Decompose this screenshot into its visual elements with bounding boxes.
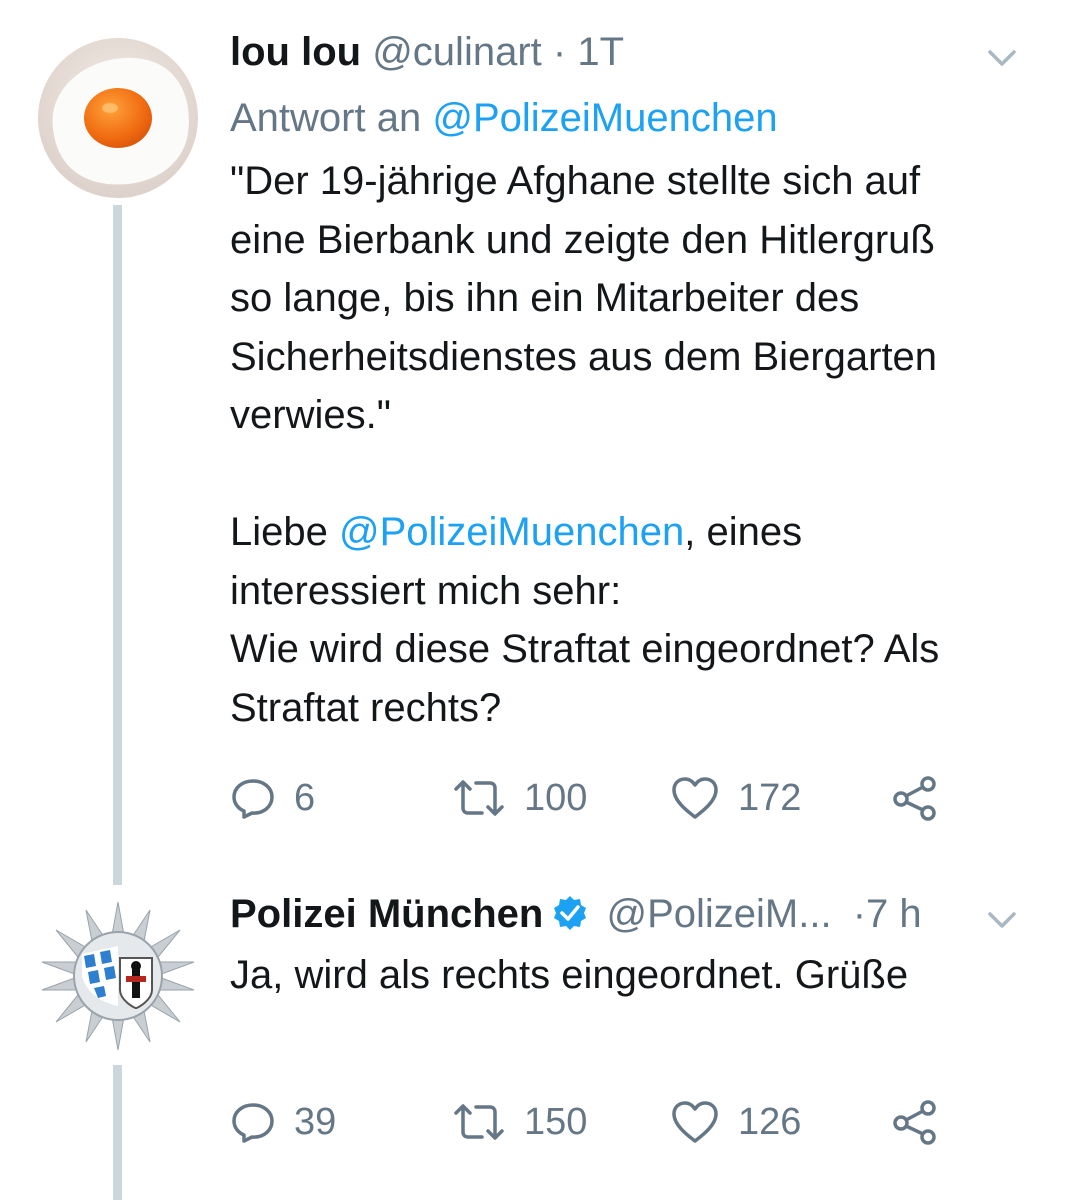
retweet-icon <box>454 780 504 816</box>
retweet-count: 100 <box>524 776 588 819</box>
reply-icon <box>232 1103 274 1143</box>
reply-button[interactable]: 6 <box>230 768 315 828</box>
text-line: Wie wird diese Straftat eingeordnet? Als <box>230 627 940 671</box>
tweet-text: "Der 19-jährige Afghane stellte sich auf… <box>230 152 1060 737</box>
share-icon <box>893 776 936 821</box>
tweet-header: Polizei München @PolizeiM... ·7 h <box>230 890 1049 943</box>
text-line: Straftat rechts? <box>230 685 502 730</box>
user-handle[interactable]: @PolizeiM... <box>606 892 831 936</box>
text-line: eine Bierbank und zeigte den Hitlergruß <box>230 217 935 262</box>
user-handle[interactable]: @culinart <box>372 30 542 74</box>
tweet-polizei-muenchen[interactable]: Polizei München @PolizeiM... ·7 h Ja, wi… <box>0 880 1079 1200</box>
tweet-header: lou lou @culinart · 1T <box>230 28 1049 76</box>
text-line: Liebe @PolizeiMuenchen, eines <box>230 503 1060 562</box>
text-prefix: Liebe <box>230 510 339 554</box>
timestamp[interactable]: 1T <box>577 30 624 74</box>
tweet-actions: 6 100 172 <box>230 768 950 828</box>
retweet-button[interactable]: 150 <box>452 1092 587 1152</box>
retweet-icon <box>454 1104 504 1140</box>
retweet-button[interactable]: 100 <box>452 768 587 828</box>
mention-link[interactable]: @PolizeiMuenchen <box>339 510 684 554</box>
like-icon <box>672 777 718 819</box>
police-star-avatar-image <box>41 901 195 1051</box>
display-name[interactable]: lou lou <box>230 30 361 74</box>
display-name[interactable]: Polizei München <box>230 892 543 936</box>
avatar-polizei-muenchen[interactable] <box>38 896 198 1056</box>
text-line: Sicherheitsdienstes aus dem Biergarten <box>230 334 938 379</box>
separator-dot: · <box>552 30 567 74</box>
like-button[interactable]: 126 <box>670 1092 801 1152</box>
share-button[interactable] <box>890 1092 940 1152</box>
separator-dot: · <box>852 892 867 936</box>
retweet-count: 150 <box>524 1100 588 1143</box>
share-icon <box>893 1100 936 1145</box>
reply-button[interactable]: 39 <box>230 1092 336 1152</box>
share-button[interactable] <box>890 768 940 828</box>
like-count: 126 <box>738 1100 802 1143</box>
tweet-text: Ja, wird als rechts eingeordnet. Grüße <box>230 946 1060 1005</box>
reply-mention-link[interactable]: @PolizeiMuenchen <box>432 96 777 140</box>
like-button[interactable]: 172 <box>670 768 801 828</box>
like-count: 172 <box>738 776 802 819</box>
text-line: interessiert mich sehr: <box>230 568 622 613</box>
reply-icon <box>232 779 274 819</box>
text-suffix: , eines <box>684 510 803 554</box>
reply-to-line: Antwort an @PolizeiMuenchen <box>230 94 778 142</box>
text-line: so lange, bis ihn ein Mitarbeiter des <box>230 276 860 320</box>
avatar-lou-lou[interactable] <box>38 38 198 198</box>
timestamp[interactable]: 7 h <box>866 892 922 936</box>
tweet-actions: 39 150 126 <box>230 1092 950 1152</box>
reply-count: 6 <box>294 776 316 819</box>
reply-prefix: Antwort an <box>230 96 422 140</box>
verified-badge-icon <box>551 894 589 943</box>
chevron-down-icon[interactable] <box>985 900 1019 948</box>
chevron-down-icon[interactable] <box>985 38 1019 86</box>
text-line: verwies." <box>230 393 391 437</box>
like-icon <box>672 1101 718 1143</box>
text-line: "Der 19-jährige Afghane stellte sich auf <box>230 159 921 203</box>
reply-count: 39 <box>294 1100 337 1143</box>
fried-egg-avatar-image <box>38 38 198 198</box>
tweet-culinart[interactable]: lou lou @culinart · 1T Antwort an @Poliz… <box>0 0 1079 880</box>
text-line: Ja, wird als rechts eingeordnet. Grüße <box>230 953 909 997</box>
